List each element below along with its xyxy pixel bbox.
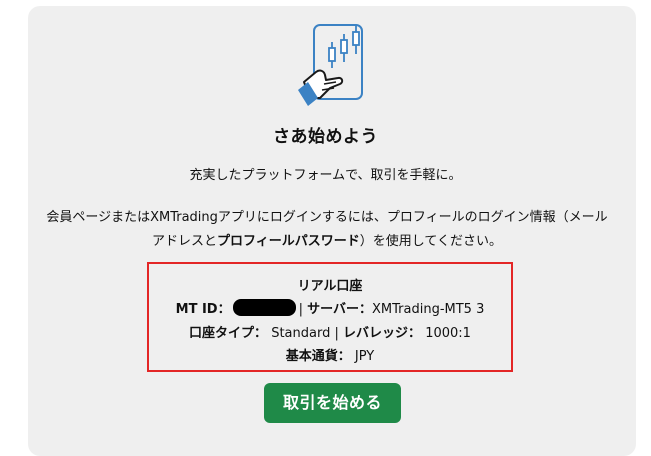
- server-value: XMTrading-MT5 3: [372, 302, 485, 317]
- start-trading-button[interactable]: 取引を始める: [264, 383, 401, 423]
- account-type-leverage-row: 口座タイプ： Standard | レバレッジ： 1000:1: [149, 322, 511, 341]
- account-details-box: リアル口座 MT ID： | サーバー：XMTrading-MT5 3 口座タイプ…: [147, 262, 513, 372]
- hand-holding-phone-chart-icon: [298, 24, 363, 106]
- base-currency-value: JPY: [354, 349, 375, 364]
- mt-id-server-row: MT ID： | サーバー：XMTrading-MT5 3: [149, 298, 511, 317]
- separator: |: [334, 326, 339, 341]
- base-currency-label: 基本通貨：: [285, 349, 351, 364]
- base-currency-row: 基本通貨： JPY: [149, 345, 511, 364]
- leverage-value: 1000:1: [425, 326, 471, 341]
- profile-password-emphasis: プロフィールパスワード: [217, 234, 360, 249]
- account-heading-row: リアル口座: [149, 275, 511, 294]
- account-heading: リアル口座: [297, 279, 363, 294]
- mt-id-redacted: [232, 299, 296, 316]
- account-type-value: Standard: [271, 326, 331, 341]
- server-label: サーバー：: [307, 302, 373, 317]
- separator: |: [298, 302, 303, 317]
- leverage-label: レバレッジ：: [343, 326, 422, 341]
- login-instructions: 会員ページまたはXMTradingアプリにログインするには、プロフィールのログイ…: [44, 206, 610, 254]
- page-title: さあ始めよう: [273, 127, 378, 147]
- page-subtitle: 充実したプラットフォームで、取引を手軽に。: [189, 168, 462, 183]
- mt-id-label: MT ID：: [175, 302, 231, 317]
- account-type-label: 口座タイプ：: [189, 326, 268, 341]
- login-instructions-tail: ）を使用してください。: [359, 234, 502, 249]
